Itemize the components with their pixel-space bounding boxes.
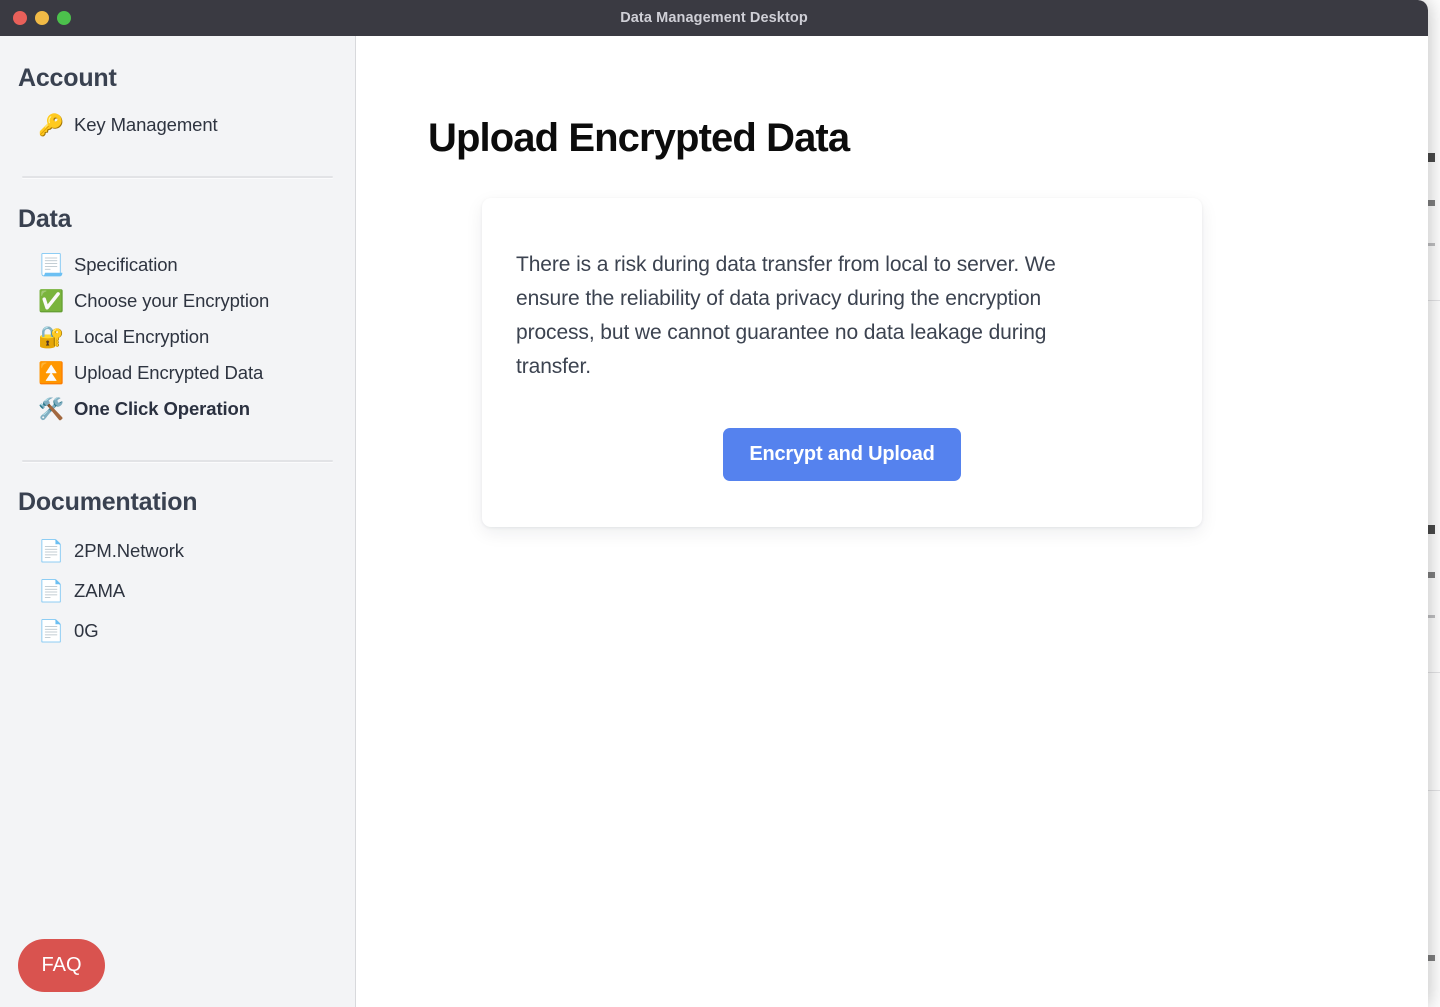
sidebar-list-account: 🔑 Key Management [0,107,355,143]
sidebar-item-local-encryption[interactable]: 🔐 Local Encryption [0,319,355,355]
window-body: Account 🔑 Key Management Data 📃 Specific… [0,36,1428,1007]
notice-text: There is a risk during data transfer fro… [516,253,1056,379]
zoom-window-icon[interactable] [57,11,71,25]
page-title: Upload Encrypted Data [428,116,850,160]
encrypt-and-upload-button[interactable]: Encrypt and Upload [723,428,961,482]
page-facing-up-icon: 📄 [38,539,65,563]
page-with-curl-icon: 📃 [38,253,65,277]
sidebar-item-label: Key Management [74,114,218,135]
sidebar-item-choose-your-encryption[interactable]: ✅ Choose your Encryption [0,283,355,319]
sidebar-item-label: Choose your Encryption [74,290,270,311]
sidebar-item-label: One Click Operation [74,398,250,419]
sidebar-item-label: Local Encryption [74,326,210,347]
key-icon: 🔑 [38,113,65,137]
titlebar[interactable]: Data Management Desktop [0,0,1428,36]
page-facing-up-icon: 📄 [38,619,65,643]
fast-up-button-icon: ⏫ [38,361,65,385]
sidebar-section-title-documentation: Documentation [18,488,198,516]
sidebar-item-0g[interactable]: 📄 0G [0,611,355,651]
green-check-icon: ✅ [38,289,65,313]
main-content: Upload Encrypted Data There is a risk du… [356,36,1428,1007]
sidebar: Account 🔑 Key Management Data 📃 Specific… [0,36,356,1007]
sidebar-item-one-click-operation[interactable]: 🛠️ One Click Operation [0,391,355,427]
sidebar-section-title-account: Account [18,64,117,92]
sidebar-item-upload-encrypted-data[interactable]: ⏫ Upload Encrypted Data [0,355,355,391]
close-window-icon[interactable] [13,11,27,25]
page-facing-up-icon: 📄 [38,579,65,603]
sidebar-item-specification[interactable]: 📃 Specification [0,247,355,283]
sidebar-item-label: Specification [74,254,178,275]
minimize-window-icon[interactable] [35,11,49,25]
sidebar-item-key-management[interactable]: 🔑 Key Management [0,107,355,143]
sidebar-item-2pm-network[interactable]: 📄 2PM.Network [0,531,355,571]
sidebar-item-label: 0G [74,620,99,641]
window-controls [0,11,71,25]
sidebar-item-label: 2PM.Network [74,540,184,561]
sidebar-item-zama[interactable]: 📄 ZAMA [0,571,355,611]
sidebar-section-title-data: Data [18,205,72,233]
sidebar-list-documentation: 📄 2PM.Network 📄 ZAMA 📄 0G [0,531,355,651]
sidebar-item-label: ZAMA [74,580,125,601]
locked-with-key-icon: 🔐 [38,325,65,349]
notice-card: There is a risk during data transfer fro… [482,198,1202,527]
window-title: Data Management Desktop [620,10,808,26]
hammer-and-wrench-icon: 🛠️ [38,397,65,421]
faq-button[interactable]: FAQ [18,939,105,992]
app-window: Data Management Desktop Account 🔑 Key Ma… [0,0,1428,1007]
sidebar-item-label: Upload Encrypted Data [74,362,264,383]
sidebar-list-data: 📃 Specification ✅ Choose your Encryption… [0,247,355,427]
